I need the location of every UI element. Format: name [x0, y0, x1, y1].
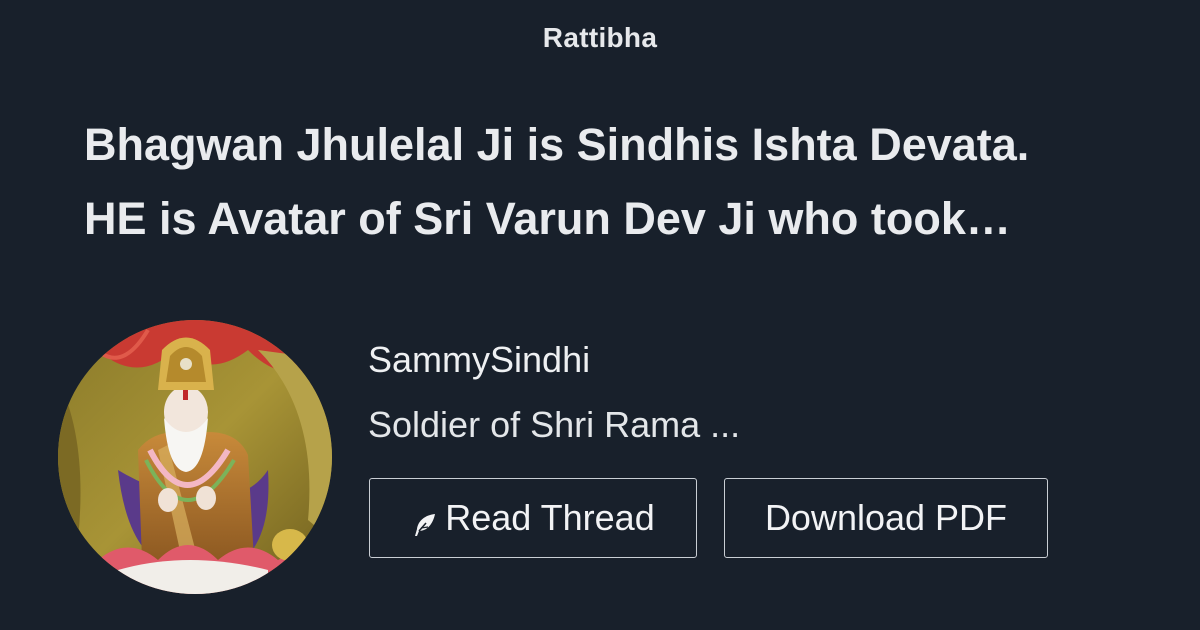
- thread-title: Bhagwan Jhulelal Ji is Sindhis Ishta Dev…: [84, 108, 1144, 256]
- author-username[interactable]: SammySindhi: [368, 339, 590, 381]
- thread-title-line-1: Bhagwan Jhulelal Ji is Sindhis Ishta Dev…: [84, 119, 1030, 170]
- read-thread-button[interactable]: Read Thread: [369, 478, 697, 558]
- author-avatar: [58, 320, 332, 594]
- download-pdf-button[interactable]: Download PDF: [724, 478, 1048, 558]
- avatar-image: [58, 320, 332, 594]
- read-thread-label: Read Thread: [445, 497, 655, 538]
- feather-icon: [411, 506, 439, 536]
- download-pdf-label: Download PDF: [764, 497, 1008, 538]
- author-bio: Soldier of Shri Rama ...: [368, 404, 741, 445]
- thread-title-line-2: HE is Avatar of Sri Varun Dev Ji who too…: [84, 193, 1011, 244]
- brand-name: Rattibha: [542, 22, 658, 53]
